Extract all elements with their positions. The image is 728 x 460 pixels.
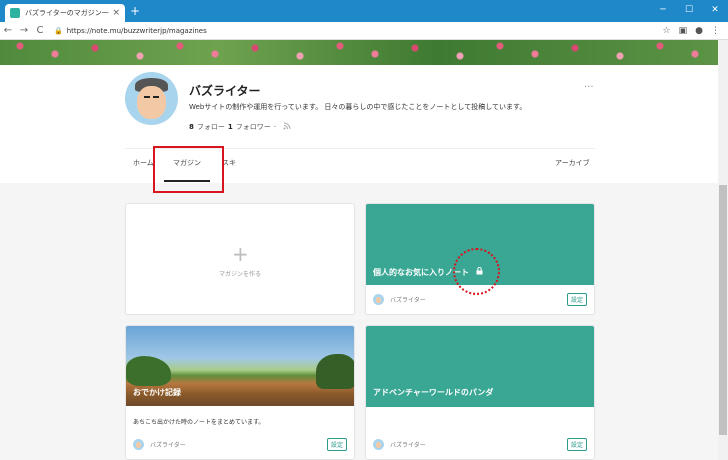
profile-stats: 8 フォロー 1 フォロワー ·	[189, 122, 291, 132]
tab-like[interactable]: スキ	[222, 158, 236, 168]
maximize-button[interactable]: ☐	[676, 0, 702, 20]
back-button[interactable]: ←	[0, 25, 16, 36]
scrollbar-thumb[interactable]	[719, 185, 727, 435]
magazine-title: アドベンチャーワールドのパンダ	[373, 388, 494, 397]
card-footer: バズライター 設定	[126, 429, 354, 459]
toolbar-actions: ☆ ▣ ● ⋮	[663, 26, 728, 36]
profile-bio: Webサイトの制作や運用を行っています。 日々の暮らしの中で感じたことをノートと…	[189, 103, 527, 111]
settings-button[interactable]: 設定	[566, 437, 587, 451]
rss-icon[interactable]	[283, 122, 291, 132]
menu-icon[interactable]: ⋮	[711, 26, 720, 36]
tab-home[interactable]: ホーム	[133, 158, 154, 168]
more-options-icon[interactable]: ···	[584, 82, 594, 93]
account-icon[interactable]: ●	[695, 26, 703, 36]
magazine-thumbnail-photo[interactable]: おでかけ記録	[126, 326, 354, 406]
magazine-title: おでかけ記録	[133, 388, 181, 397]
tab-close-icon[interactable]: ×	[112, 8, 120, 18]
browser-titlebar: バズライターのマガジン一覧｜note × + ─ ☐ ✕	[0, 0, 728, 22]
create-magazine-card[interactable]: + マガジンを作る	[125, 203, 355, 315]
browser-tab[interactable]: バズライターのマガジン一覧｜note ×	[5, 4, 125, 22]
stats-separator: ·	[273, 123, 276, 131]
magazine-thumbnail[interactable]: アドベンチャーワールドのパンダ	[366, 326, 594, 407]
tab-archive[interactable]: アーカイブ	[555, 158, 590, 168]
minimize-button[interactable]: ─	[650, 0, 676, 20]
reload-button[interactable]: C	[32, 25, 48, 36]
profile-name: バズライター	[189, 84, 261, 98]
tab-title: バズライターのマガジン一覧｜note	[25, 9, 109, 17]
author-avatar[interactable]	[133, 438, 144, 450]
plus-icon: +	[232, 242, 249, 266]
follower-label[interactable]: フォロワー	[236, 122, 271, 132]
highlight-box	[153, 146, 224, 193]
address-bar[interactable]: 🔒 https://note.mu/buzzwriterjp/magazines	[54, 24, 663, 38]
follow-label[interactable]: フォロー	[197, 122, 225, 132]
magazine-description: あちこち出かけた時のノートをまとめています。	[133, 419, 265, 426]
browser-toolbar: ← → C 🔒 https://note.mu/buzzwriterjp/mag…	[0, 22, 728, 40]
magazine-card[interactable]: アドベンチャーワールドのパンダ バズライター 設定	[365, 325, 595, 460]
close-window-button[interactable]: ✕	[702, 0, 728, 20]
card-footer: バズライター 設定	[366, 429, 594, 459]
settings-button[interactable]: 設定	[326, 437, 347, 451]
highlight-circle	[453, 248, 500, 295]
window-controls: ─ ☐ ✕	[650, 0, 728, 20]
note-favicon-icon	[10, 8, 20, 18]
magazine-card[interactable]: おでかけ記録 あちこち出かけた時のノートをまとめています。 バズライター 設定	[125, 325, 355, 460]
profile-avatar[interactable]	[125, 72, 178, 125]
secure-lock-icon: 🔒	[54, 26, 63, 35]
star-icon[interactable]: ☆	[663, 26, 671, 36]
author-avatar[interactable]	[373, 293, 384, 305]
new-tab-button[interactable]: +	[130, 4, 140, 18]
author-avatar[interactable]	[373, 438, 384, 450]
create-magazine-label: マガジンを作る	[218, 271, 261, 278]
header-banner-image	[0, 40, 728, 65]
extension-icon[interactable]: ▣	[679, 26, 688, 36]
follower-count[interactable]: 1	[228, 123, 233, 131]
author-name[interactable]: バズライター	[390, 295, 567, 304]
magazine-list-area	[0, 183, 718, 460]
settings-button[interactable]: 設定	[566, 292, 587, 306]
url-text: https://note.mu/buzzwriterjp/magazines	[66, 26, 207, 35]
follow-count[interactable]: 8	[189, 123, 194, 131]
page-scrollbar[interactable]	[718, 40, 728, 460]
author-name[interactable]: バズライター	[150, 440, 327, 449]
author-name[interactable]: バズライター	[390, 440, 567, 449]
forward-button[interactable]: →	[16, 25, 32, 36]
